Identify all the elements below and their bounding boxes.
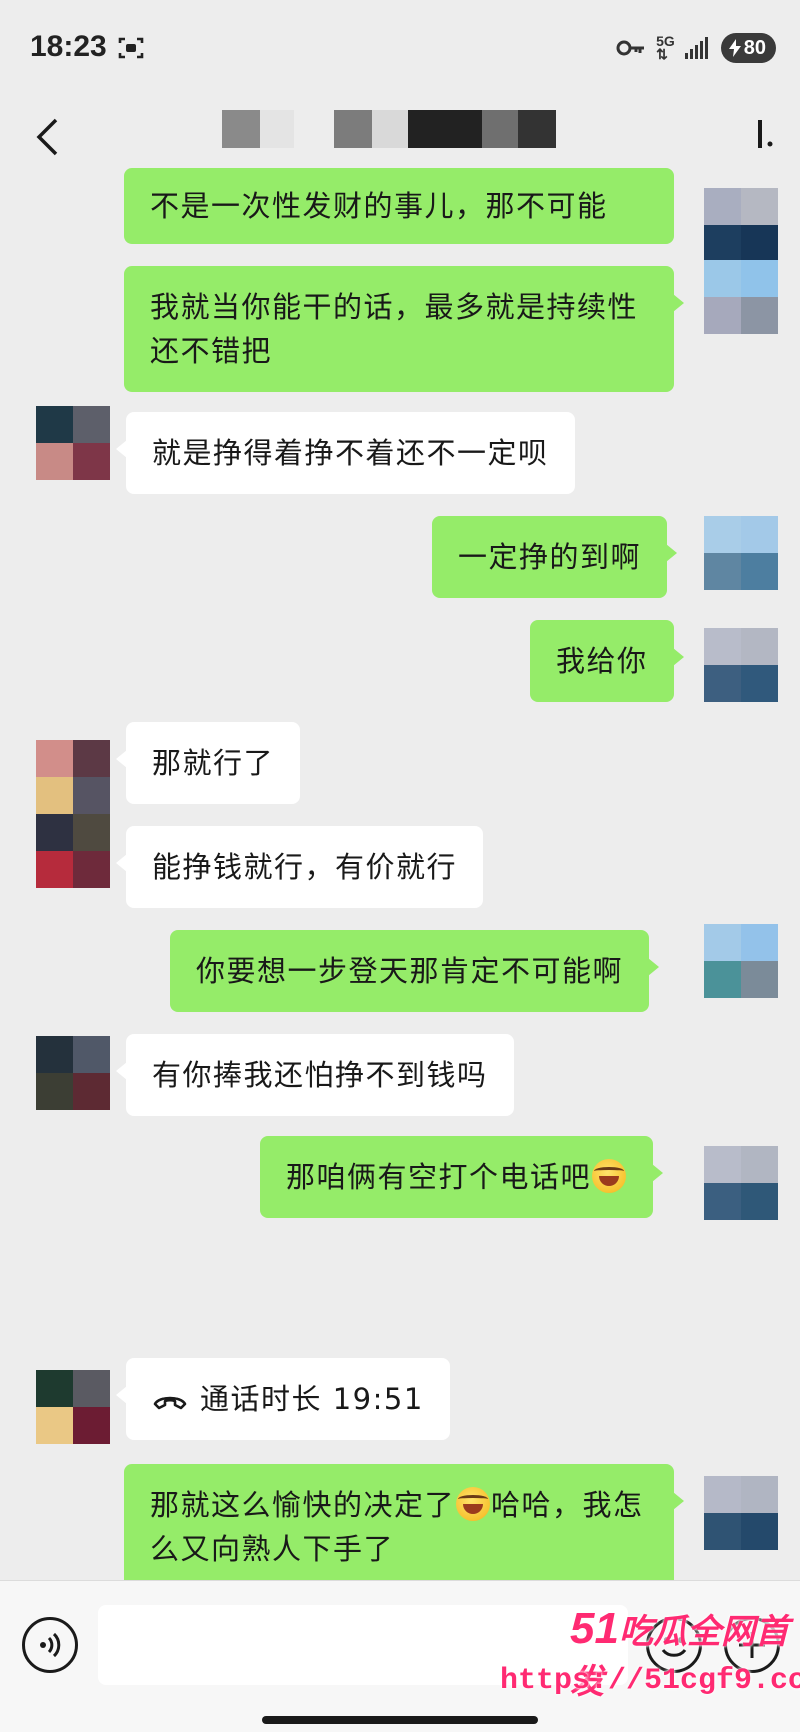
avatar-contact[interactable] bbox=[36, 1036, 110, 1110]
status-icons: 5G ⇅ 80 bbox=[616, 30, 776, 66]
network-type-label: 5G bbox=[656, 33, 675, 49]
battery-level: 80 bbox=[743, 36, 766, 59]
message-bubble-sent[interactable]: 那咱俩有空打个电话吧 bbox=[260, 1136, 664, 1218]
message-bubble-sent[interactable]: 那就这么愉快的决定了 哈哈，我怎么又向熟人下手了 bbox=[124, 1464, 684, 1590]
message-bubble-received[interactable]: 那就行了 bbox=[115, 722, 301, 804]
message-text: 一定挣的到啊 bbox=[458, 540, 642, 574]
message-bubble-sent[interactable]: 你要想一步登天那肯定不可能啊 bbox=[170, 930, 660, 1012]
call-duration: 通话时长 19:51 bbox=[200, 1382, 424, 1416]
avatar-self[interactable] bbox=[704, 260, 778, 334]
message-bubble-received[interactable]: 能挣钱就行，有价就行 bbox=[115, 826, 484, 908]
more-icon[interactable] bbox=[740, 114, 780, 154]
laugh-cry-emoji-icon bbox=[456, 1487, 491, 1521]
watermark-url: https://51cgf9.com bbox=[500, 1664, 800, 1698]
avatar-self[interactable] bbox=[704, 924, 778, 998]
laugh-cry-emoji-icon bbox=[592, 1159, 627, 1193]
message-text: 能挣钱就行，有价就行 bbox=[152, 850, 458, 884]
battery-charging-icon bbox=[728, 39, 741, 57]
screen-record-icon bbox=[118, 37, 144, 59]
message-text: 我给你 bbox=[556, 644, 648, 678]
battery-indicator: 80 bbox=[720, 33, 776, 63]
signal-icon bbox=[684, 37, 708, 59]
call-record-bubble[interactable]: 通话时长 19:51 bbox=[116, 1358, 450, 1440]
avatar-contact[interactable] bbox=[36, 1370, 110, 1444]
chevron-left-icon bbox=[36, 118, 58, 156]
avatar-self[interactable] bbox=[704, 1146, 778, 1220]
avatar-self[interactable] bbox=[704, 1476, 778, 1550]
message-bubble-sent[interactable]: 不是一次性发财的事儿，那不可能 bbox=[124, 168, 674, 244]
network-type-icon: 5G ⇅ bbox=[656, 33, 675, 62]
avatar-contact[interactable] bbox=[36, 740, 110, 888]
back-button[interactable] bbox=[22, 108, 72, 166]
message-text: 就是挣得着挣不着还不一定呗 bbox=[152, 436, 549, 470]
message-text: 我就当你能干的话，最多就是持续性还不错把 bbox=[150, 290, 639, 368]
key-icon bbox=[616, 40, 645, 56]
message-bubble-received[interactable]: 就是挣得着挣不着还不一定呗 bbox=[116, 412, 575, 494]
message-text: 有你捧我还怕挣不到钱吗 bbox=[152, 1058, 488, 1092]
avatar-self[interactable] bbox=[704, 628, 778, 702]
message-text: 你要想一步登天那肯定不可能啊 bbox=[196, 954, 624, 988]
status-bar: 18:23 5G ⇅ 80 bbox=[0, 0, 800, 96]
message-text: 不是一次性发财的事儿，那不可能 bbox=[150, 189, 608, 223]
message-list[interactable]: 不是一次性发财的事儿，那不可能 我就当你能干的话，最多就是持续性还不错把 就是挣… bbox=[0, 168, 800, 1590]
status-time: 18:23 bbox=[30, 30, 107, 63]
message-text: 那就行了 bbox=[152, 746, 275, 780]
message-text: 那就这么愉快的决定了 bbox=[150, 1488, 456, 1522]
avatar-self[interactable] bbox=[704, 516, 778, 590]
message-bubble-received[interactable]: 有你捧我还怕挣不到钱吗 bbox=[116, 1034, 514, 1116]
voice-icon bbox=[40, 1632, 61, 1658]
message-bubble-sent[interactable]: 我给你 bbox=[530, 620, 683, 702]
home-indicator[interactable] bbox=[262, 1716, 538, 1724]
phone-hangup-icon bbox=[153, 1396, 187, 1410]
watermark-number: 51 bbox=[570, 1604, 619, 1653]
message-bubble-sent[interactable]: 一定挣的到啊 bbox=[432, 516, 678, 598]
message-bubble-sent[interactable]: 我就当你能干的话，最多就是持续性还不错把 bbox=[124, 266, 684, 392]
voice-button[interactable] bbox=[22, 1617, 78, 1673]
message-text: 那咱俩有空打个电话吧 bbox=[286, 1160, 592, 1194]
avatar-contact[interactable] bbox=[36, 406, 110, 480]
avatar-self[interactable] bbox=[704, 188, 778, 262]
